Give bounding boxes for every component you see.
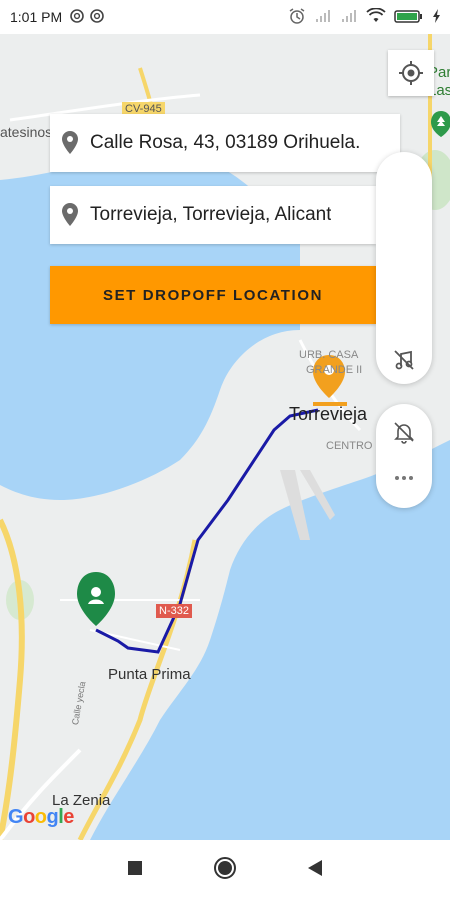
signal-icon-2 (342, 10, 356, 22)
status-time: 1:01 PM (10, 9, 63, 25)
place-label-centro: CENTRO (326, 440, 373, 452)
my-location-button[interactable] (388, 50, 434, 96)
battery-icon (394, 10, 422, 23)
destination-text: Torrevieja, Torrevieja, Alicant (90, 204, 332, 225)
road-label-n332: N-332 (156, 604, 192, 618)
pickup-field[interactable]: Calle Rosa, 43, 03189 Orihuela. (50, 114, 400, 172)
back-triangle-icon (308, 859, 322, 876)
charging-icon (433, 9, 440, 23)
location-pin-icon (50, 202, 90, 228)
music-off-icon[interactable] (392, 348, 416, 377)
home-button[interactable] (213, 856, 237, 885)
floating-controls-panel-2 (376, 404, 432, 508)
square-icon (128, 860, 142, 875)
place-label-urb-casa-2: GRANDE II (306, 364, 363, 376)
wifi-icon (366, 8, 386, 22)
more-options-icon[interactable] (392, 470, 416, 488)
circle-icon (214, 856, 236, 879)
recents-button[interactable] (127, 860, 143, 881)
place-label-punta-prima: Punta Prima (108, 666, 191, 683)
location-pin-icon (50, 130, 90, 156)
tree-icon (430, 110, 450, 143)
status-bar: 1:01 PM (0, 0, 450, 34)
set-dropoff-location-button[interactable]: SET DROPOFF LOCATION (50, 266, 376, 324)
signal-icon-1 (316, 10, 330, 22)
system-navigation-bar (0, 840, 450, 900)
place-label-atesinos: atesinos (0, 124, 53, 140)
crosshair-icon (399, 61, 423, 85)
destination-field[interactable]: Torrevieja, Torrevieja, Alicant (50, 186, 376, 244)
place-label-urb-casa-1: URB. CASA (299, 349, 359, 361)
at-icons (70, 9, 104, 23)
back-button[interactable] (307, 859, 323, 882)
pickup-text: Calle Rosa, 43, 03189 Orihuela. (90, 132, 361, 153)
notifications-off-icon[interactable] (392, 420, 416, 449)
alarm-icon (289, 8, 305, 24)
system-status-icons (288, 7, 442, 25)
floating-controls-panel (376, 152, 432, 384)
place-label-torrevieja: Torrevieja (289, 404, 368, 424)
notification-icons (70, 8, 110, 27)
google-logo: Google (8, 806, 74, 828)
